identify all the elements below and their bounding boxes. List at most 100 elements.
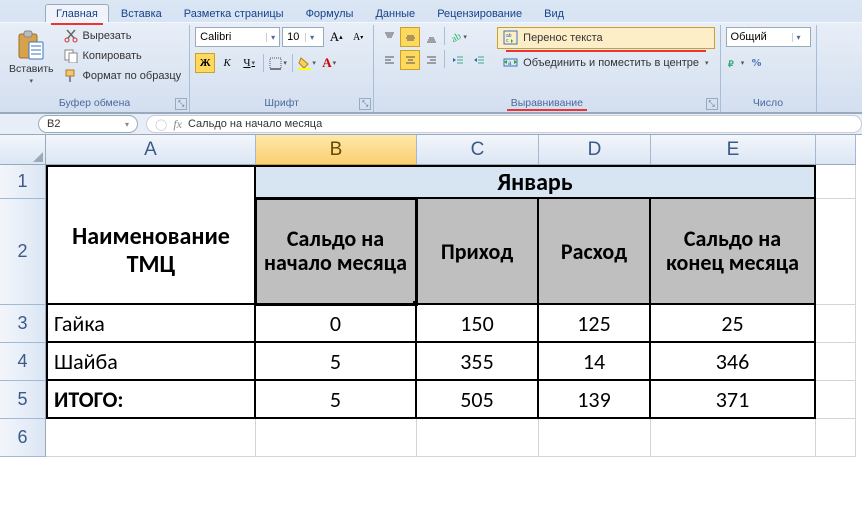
align-right-button[interactable]	[421, 50, 441, 70]
row-header-5[interactable]: 5	[0, 381, 46, 419]
tab-view[interactable]: Вид	[534, 5, 574, 22]
cell[interactable]	[417, 419, 539, 457]
col-header-d[interactable]: D	[539, 135, 651, 165]
col-header-a[interactable]: A	[46, 135, 256, 165]
cell[interactable]	[816, 305, 856, 343]
tab-data[interactable]: Данные	[365, 5, 425, 22]
cell[interactable]: Наименование ТМЦ	[46, 199, 256, 305]
cell[interactable]: 355	[417, 343, 539, 381]
shrink-font-button[interactable]: A▾	[348, 27, 368, 47]
formula-input[interactable]	[188, 118, 853, 130]
decrease-indent-button[interactable]	[448, 50, 468, 70]
cell[interactable]	[816, 381, 856, 419]
fill-color-button[interactable]	[297, 53, 317, 73]
row-header-6[interactable]: 6	[0, 419, 46, 457]
col-header-f[interactable]	[816, 135, 856, 165]
cell[interactable]	[256, 419, 417, 457]
cell[interactable]	[651, 419, 816, 457]
align-top-button[interactable]	[379, 27, 399, 47]
orientation-button[interactable]: ab	[448, 27, 468, 47]
cell[interactable]	[539, 419, 651, 457]
paste-button[interactable]: Вставить ▾	[5, 27, 58, 87]
align-center-button[interactable]	[400, 50, 420, 70]
copy-label: Копировать	[83, 50, 142, 62]
cell[interactable]: 150	[417, 305, 539, 343]
align-middle-button[interactable]	[400, 27, 420, 47]
cell[interactable]: 346	[651, 343, 816, 381]
cell[interactable]: 25	[651, 305, 816, 343]
increase-indent-button[interactable]	[469, 50, 489, 70]
accounting-button[interactable]: ₽	[726, 53, 746, 73]
cell[interactable]	[816, 165, 856, 199]
chevron-down-icon[interactable]: ▾	[125, 120, 129, 129]
clipboard-launcher[interactable]: ⤡	[175, 98, 187, 110]
cell[interactable]	[816, 199, 856, 305]
font-size-input[interactable]	[283, 31, 305, 43]
row-header-1[interactable]: 1	[0, 165, 46, 199]
format-painter-button[interactable]: Формат по образцу	[60, 67, 185, 85]
row-header-4[interactable]: 4	[0, 343, 46, 381]
chevron-down-icon[interactable]: ▾	[266, 33, 279, 42]
cell[interactable]	[46, 165, 256, 199]
cell[interactable]: ИТОГО:	[46, 381, 256, 419]
font-color-button[interactable]: A	[319, 53, 339, 73]
row-header-3[interactable]: 3	[0, 305, 46, 343]
align-left-button[interactable]	[379, 50, 399, 70]
row-header-2[interactable]: 2	[0, 199, 46, 305]
cell[interactable]: 125	[539, 305, 651, 343]
cell[interactable]	[46, 419, 256, 457]
cell-b2-active[interactable]: Сальдо на начало месяца	[256, 199, 417, 305]
cell[interactable]: Сальдо на конец месяца	[651, 199, 816, 305]
italic-button[interactable]: К	[217, 53, 237, 73]
select-all-corner[interactable]	[0, 135, 46, 165]
chevron-down-icon[interactable]: ▾	[792, 33, 805, 42]
chevron-down-icon[interactable]: ▾	[305, 33, 318, 42]
cell[interactable]: 0	[256, 305, 417, 343]
tab-layout[interactable]: Разметка страницы	[174, 5, 294, 22]
number-format-combo[interactable]: ▾	[726, 27, 811, 47]
grow-font-button[interactable]: A▴	[326, 27, 346, 47]
tab-insert[interactable]: Вставка	[111, 5, 172, 22]
cell[interactable]	[816, 343, 856, 381]
border-button[interactable]	[268, 53, 288, 73]
cell[interactable]: Шайба	[46, 343, 256, 381]
font-name-input[interactable]	[196, 31, 266, 43]
underline-button[interactable]: Ч	[239, 53, 259, 73]
cell[interactable]: 5	[256, 381, 417, 419]
cell[interactable]: Январь	[256, 165, 816, 199]
align-bottom-button[interactable]	[421, 27, 441, 47]
cell[interactable]: 139	[539, 381, 651, 419]
col-header-e[interactable]: E	[651, 135, 816, 165]
cell[interactable]: 505	[417, 381, 539, 419]
tab-formulas[interactable]: Формулы	[296, 5, 364, 22]
format-painter-label: Формат по образцу	[83, 70, 182, 82]
bold-button[interactable]: Ж	[195, 53, 215, 73]
tab-review[interactable]: Рецензирование	[427, 5, 532, 22]
circle-icon[interactable]: ◯	[155, 118, 167, 131]
fx-icon[interactable]: fx	[173, 117, 182, 132]
font-size-combo[interactable]: ▾	[282, 27, 324, 47]
cell[interactable]: 371	[651, 381, 816, 419]
cell[interactable]	[816, 419, 856, 457]
cell[interactable]: Расход	[539, 199, 651, 305]
cell[interactable]: 14	[539, 343, 651, 381]
name-box[interactable]: B2▾	[38, 115, 138, 133]
percent-button[interactable]: %	[747, 53, 767, 73]
merge-center-button[interactable]: a Объединить и поместить в центре ▾	[497, 52, 714, 74]
cut-button[interactable]: Вырезать	[60, 27, 185, 45]
font-launcher[interactable]: ⤡	[359, 98, 371, 110]
font-name-combo[interactable]: ▾	[195, 27, 280, 47]
col-header-c[interactable]: C	[417, 135, 539, 165]
cell[interactable]: 5	[256, 343, 417, 381]
wrap-text-button[interactable]: abc Перенос текста	[497, 27, 714, 49]
tab-home[interactable]: Главная	[45, 4, 109, 22]
worksheet[interactable]: 1 2 3 4 5 6 A B C D E Январь Наименовани…	[0, 135, 862, 457]
paste-label: Вставить	[9, 63, 54, 75]
cell[interactable]: Гайка	[46, 305, 256, 343]
cell[interactable]: Приход	[417, 199, 539, 305]
alignment-launcher[interactable]: ⤡	[706, 98, 718, 110]
copy-button[interactable]: Копировать	[60, 47, 185, 65]
number-format-input[interactable]	[727, 31, 792, 43]
col-header-b[interactable]: B	[256, 135, 417, 165]
group-clipboard: Вставить ▾ Вырезать Копировать Формат по…	[0, 25, 190, 112]
